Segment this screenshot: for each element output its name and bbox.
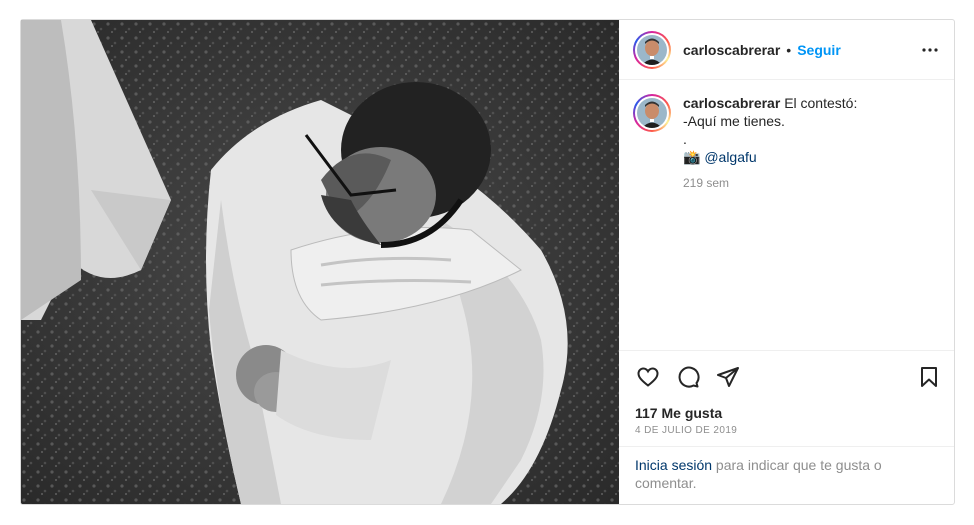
share-icon[interactable] xyxy=(715,364,741,390)
bookmark-icon[interactable] xyxy=(916,364,942,390)
caption-line: El contestó: xyxy=(784,95,858,111)
separator-dot: • xyxy=(786,41,792,58)
comment-icon[interactable] xyxy=(675,364,701,390)
login-prompt: Inicia sesión para indicar que te gusta … xyxy=(619,446,954,504)
mention-link[interactable]: @algafu xyxy=(704,149,756,165)
action-bar xyxy=(619,350,954,402)
photo-illustration xyxy=(21,20,619,504)
username-link[interactable]: carloscabrerar xyxy=(683,42,780,58)
caption-line: -Aquí me tienes. xyxy=(683,113,785,129)
post-sidebar: carloscabrerar • Seguir carloscabrerar E… xyxy=(619,20,954,504)
avatar-image xyxy=(637,34,667,65)
caption-area: carloscabrerar El contestó: -Aquí me tie… xyxy=(619,80,954,350)
avatar[interactable] xyxy=(633,30,671,69)
caption: carloscabrerar El contestó: -Aquí me tie… xyxy=(683,94,857,350)
caption-timestamp[interactable]: 219 sem xyxy=(683,174,857,192)
post-header: carloscabrerar • Seguir xyxy=(619,20,954,80)
post-photo[interactable] xyxy=(21,20,619,504)
login-link[interactable]: Inicia sesión xyxy=(635,457,712,473)
avatar-image xyxy=(637,98,667,128)
post-date[interactable]: 4 DE JULIO DE 2019 xyxy=(619,421,954,446)
heart-icon[interactable] xyxy=(635,364,661,390)
caption-username[interactable]: carloscabrerar xyxy=(683,95,780,111)
likes-count[interactable]: 117 Me gusta xyxy=(619,402,954,421)
camera-icon: 📸 xyxy=(683,149,701,165)
caption-avatar[interactable] xyxy=(633,94,671,132)
post-card: carloscabrerar • Seguir carloscabrerar E… xyxy=(20,19,955,505)
more-horizontal-icon[interactable] xyxy=(918,38,942,62)
follow-button[interactable]: Seguir xyxy=(797,42,841,58)
caption-line: . xyxy=(683,131,687,147)
